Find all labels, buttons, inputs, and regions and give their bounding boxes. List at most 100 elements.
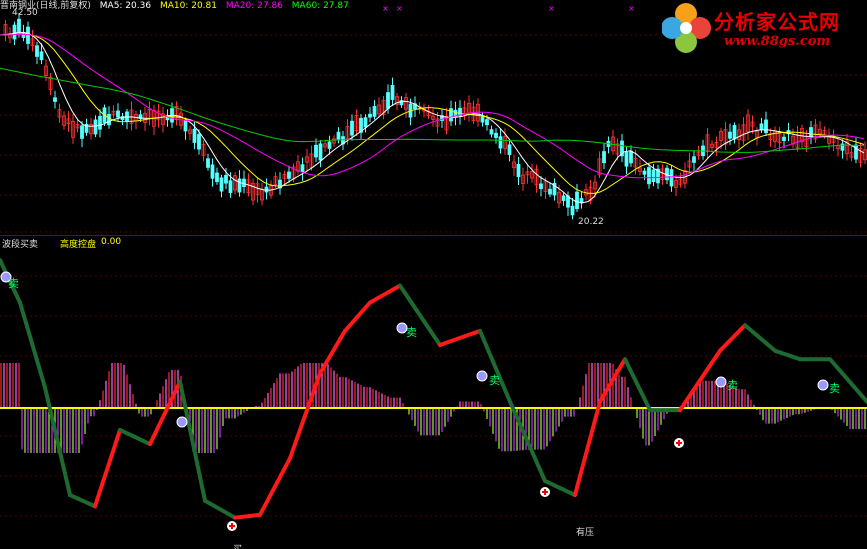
wave-segment xyxy=(258,456,292,517)
candle-body xyxy=(516,163,521,178)
candle-body xyxy=(489,129,494,135)
sell-bubble-icon xyxy=(176,416,188,428)
candle-body xyxy=(629,150,633,164)
candle-body xyxy=(764,119,768,134)
wave-segment xyxy=(233,512,262,520)
candle-body xyxy=(93,119,98,135)
wave-segment xyxy=(148,379,182,447)
sell-marker-label: 卖 xyxy=(489,374,500,387)
wave-segment xyxy=(718,323,747,353)
candle-body xyxy=(192,128,197,143)
bottom-annotation: 有压 xyxy=(576,528,595,538)
candle-body xyxy=(647,167,651,185)
event-marker: × xyxy=(396,4,403,13)
candle-body xyxy=(782,136,786,141)
candle-body xyxy=(480,116,485,123)
candle-body xyxy=(39,51,44,61)
wave-segment xyxy=(18,300,47,390)
indicator-sub-value: 0.00 xyxy=(101,237,122,247)
candle-body xyxy=(300,164,305,173)
candle-body xyxy=(35,45,39,57)
candle-body xyxy=(336,131,341,141)
candle-body xyxy=(561,195,566,201)
candle-body xyxy=(197,134,201,150)
wave-segment xyxy=(68,493,97,509)
candle-body xyxy=(219,177,224,192)
wave-segment xyxy=(178,379,207,503)
candle-body xyxy=(237,178,242,193)
event-marker: × xyxy=(628,4,635,13)
wave-segment xyxy=(203,498,237,520)
candle-body xyxy=(494,132,498,138)
candle-body xyxy=(206,158,210,168)
price-title-bar: 晋南钢业(日线,前复权) MA5: 20.36 MA10: 20.81 MA20… xyxy=(0,0,355,12)
candle-body xyxy=(372,106,377,117)
logo-text: 分析家公式网 xyxy=(714,10,840,34)
price-chart-pane[interactable]: ×××××× 晋南钢业(日线,前复权) MA5: 20.36 MA10: 20.… xyxy=(0,0,867,236)
candle-body xyxy=(728,131,732,139)
candle-body xyxy=(669,169,674,187)
wave-segment xyxy=(508,399,547,483)
candle-body xyxy=(575,191,579,210)
logo-url: www.88gs.com xyxy=(724,34,831,49)
candle-body xyxy=(759,123,764,131)
candle-body xyxy=(651,169,656,183)
indicator-sub-name: 高度控盘 xyxy=(60,240,97,250)
candle-body xyxy=(98,115,102,130)
candle-body xyxy=(80,125,84,139)
wave-segment xyxy=(773,348,802,362)
sell-marker-label: 卖 xyxy=(829,382,840,395)
low-price-label: 20.22 xyxy=(578,217,604,227)
sell-marker-label: 卖 xyxy=(8,277,19,290)
event-marker: × xyxy=(548,4,555,13)
wave-segment xyxy=(573,399,602,498)
candle-body xyxy=(363,117,368,128)
candle-body xyxy=(53,97,57,102)
candle-body xyxy=(210,164,215,179)
event-marker: × xyxy=(382,4,389,13)
candle-body xyxy=(314,144,318,158)
candle-body xyxy=(732,125,737,140)
wave-segment xyxy=(743,323,777,353)
sell-bubble-icon xyxy=(476,370,488,382)
candle-body xyxy=(507,144,512,155)
wave-segment xyxy=(623,357,652,413)
candle-body xyxy=(548,188,552,195)
wave-segment xyxy=(118,427,152,447)
pinwheel-logo-icon xyxy=(662,3,711,53)
indicator-pane[interactable]: 波段买卖 高度控盘 0.00 卖 卖 卖 卖 卖 有压 买 xyxy=(0,236,867,549)
candle-body xyxy=(116,110,120,118)
ma5-label: MA5: 20.36 xyxy=(99,1,152,11)
candle-body xyxy=(224,174,228,184)
wave-segment xyxy=(478,328,512,404)
sell-bubble-icon xyxy=(715,376,727,388)
candle-body xyxy=(26,26,30,44)
ma20-label: MA20: 27.86 xyxy=(225,1,283,11)
wave-segment xyxy=(438,328,482,348)
candle-body xyxy=(390,85,395,100)
candle-body xyxy=(692,156,696,163)
candle-body xyxy=(624,151,629,167)
candle-body xyxy=(287,171,291,179)
candle-body xyxy=(318,143,323,161)
candle-body xyxy=(183,120,188,132)
candle-body xyxy=(12,24,17,40)
candle-body xyxy=(242,178,246,187)
indicator-name: 波段买卖 xyxy=(2,240,39,250)
candle-body xyxy=(809,127,813,137)
high-price-label: 42.50 xyxy=(12,8,38,18)
wave-segment xyxy=(343,300,372,333)
wave-segment xyxy=(93,427,122,509)
candle-body xyxy=(602,151,606,164)
sell-marker-label: 卖 xyxy=(727,379,738,392)
candle-body xyxy=(539,183,543,189)
brand-logo: 分析家公式网 www.88gs.com xyxy=(662,0,867,56)
ma60-label: MA60: 27.87 xyxy=(291,1,349,11)
ma10-label: MA10: 20.81 xyxy=(159,1,217,11)
candle-body xyxy=(368,113,372,118)
candle-body xyxy=(386,92,390,109)
wave-segment xyxy=(368,283,402,305)
candle-body xyxy=(17,18,21,33)
sell-bubble-icon xyxy=(817,379,829,391)
candle-body xyxy=(327,141,332,149)
